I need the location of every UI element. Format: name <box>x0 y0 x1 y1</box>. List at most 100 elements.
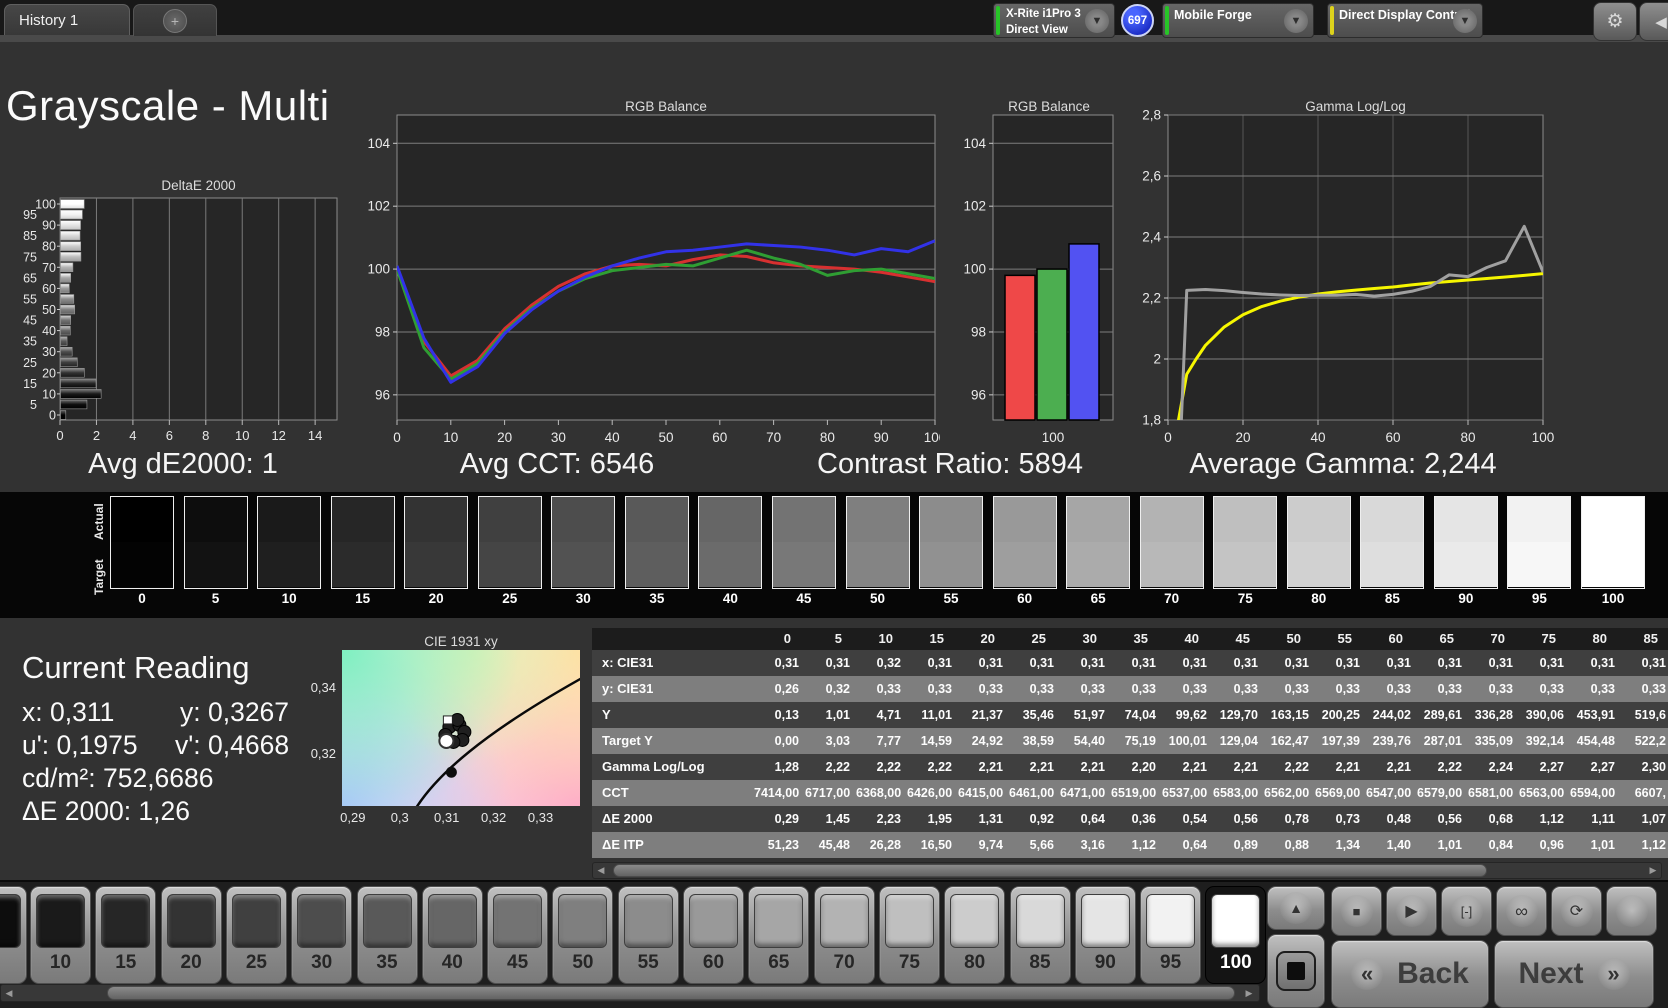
level-button-95[interactable]: 95 <box>1140 886 1202 984</box>
svg-text:65: 65 <box>23 271 37 285</box>
table-column-header-35: 35 <box>1111 628 1162 650</box>
swatch-level-label: 20 <box>428 591 444 606</box>
measurement-count-badge[interactable]: 697 <box>1121 4 1154 37</box>
grayscale-swatch-10 <box>257 496 322 589</box>
level-button-10[interactable]: 10 <box>30 886 91 984</box>
swatch-actual <box>1434 497 1497 542</box>
table-column-header-10: 10 <box>856 628 907 650</box>
swatch-actual <box>478 497 541 542</box>
meter-dropdown[interactable]: X-Rite i1Pro 3 Direct View ▼ <box>993 3 1115 38</box>
deltae-2000-plot: 0 2 4 6 8 10 12 1405101520253035404550556065707… <box>23 197 338 443</box>
table-scrollbar-thumb[interactable] <box>613 864 1487 877</box>
play-icon: ▶ <box>1395 895 1428 927</box>
table-cell: 0,92 <box>1009 806 1060 832</box>
stop-button[interactable]: ■ <box>1331 886 1382 936</box>
level-button-patch <box>623 894 673 948</box>
level-button-45[interactable]: 45 <box>487 886 549 984</box>
level-button-partial[interactable] <box>0 886 27 984</box>
scroll-left-icon[interactable]: ◀ <box>593 863 609 878</box>
deltae-bar-25 <box>60 357 78 367</box>
pattern-window-button[interactable] <box>1267 934 1325 1008</box>
collapse-panel-button[interactable]: ◀ <box>1639 2 1668 41</box>
chart-title: DeltaE 2000 <box>161 178 236 193</box>
add-tab-button[interactable]: + <box>133 4 217 36</box>
grayscale-swatch-50 <box>845 496 910 589</box>
level-button-70[interactable]: 70 <box>813 886 875 984</box>
table-cell: 7414,00 <box>754 780 805 806</box>
swatch-actual <box>699 497 762 542</box>
infinity-button[interactable]: ∞ <box>1496 886 1547 936</box>
target-white-point <box>445 766 457 778</box>
rgb-balance-bar-plot: 96 98 100 102 104 100 <box>963 114 1114 445</box>
next-button[interactable]: Next » <box>1494 940 1654 1008</box>
svg-text:20: 20 <box>1235 430 1250 445</box>
table-cell: 197,39 <box>1315 728 1366 754</box>
table-cell: 1,45 <box>805 806 856 832</box>
level-button-label: 15 <box>115 952 137 973</box>
svg-text:20: 20 <box>497 430 512 445</box>
level-button-label: 100 <box>1220 952 1252 973</box>
grayscale-swatch-70 <box>1139 496 1204 589</box>
display-control-status-stripe <box>1330 6 1334 35</box>
level-button-label: 45 <box>507 952 529 973</box>
swatch-row-scrollbar[interactable]: ◀ ▶ <box>0 984 1260 1002</box>
deltae-bar-90 <box>60 220 81 230</box>
level-button-20[interactable]: 20 <box>160 886 222 984</box>
table-cell: 0,31 <box>1570 650 1621 676</box>
level-button-100[interactable]: 100 <box>1205 886 1267 984</box>
table-cell: 100,01 <box>1162 728 1213 754</box>
swatch-level-label: 15 <box>355 591 371 606</box>
level-button-35[interactable]: 35 <box>356 886 418 984</box>
level-button-30[interactable]: 30 <box>291 886 353 984</box>
table-cell: 3,03 <box>805 728 856 754</box>
scroll-right-icon[interactable]: ▶ <box>1645 863 1661 878</box>
level-button-40[interactable]: 40 <box>421 886 483 984</box>
level-button-80[interactable]: 80 <box>944 886 1006 984</box>
table-cell: 2,22 <box>1417 754 1468 780</box>
table-cell: 0,33 <box>1009 676 1060 702</box>
scroll-left-icon[interactable]: ◀ <box>1 985 17 1001</box>
svg-text:15: 15 <box>23 377 37 391</box>
stat-avg-cct: Avg CCT: 6546 <box>459 448 655 480</box>
display-control-dropdown[interactable]: Direct Display Control ▼ <box>1327 3 1483 38</box>
table-scrollbar[interactable]: ◀ ▶ <box>592 862 1662 879</box>
level-button-15[interactable]: 15 <box>95 886 157 984</box>
level-button-55[interactable]: 55 <box>617 886 679 984</box>
table-cell: 0,78 <box>1264 806 1315 832</box>
level-button-25[interactable]: 25 <box>225 886 287 984</box>
refresh-button[interactable]: ⟳ <box>1551 886 1602 936</box>
record-button[interactable] <box>1606 886 1657 936</box>
grayscale-swatch-20 <box>404 496 469 589</box>
swatch-target <box>993 542 1056 587</box>
range-button[interactable]: [-] <box>1441 886 1492 936</box>
level-button-label: 60 <box>702 952 725 973</box>
scroll-up-button[interactable]: ▲ <box>1267 886 1325 930</box>
level-button-65[interactable]: 65 <box>748 886 810 984</box>
level-button-85[interactable]: 85 <box>1009 886 1071 984</box>
cie-ytick: 0,34 <box>310 680 336 695</box>
swatch-row-scrollbar-thumb[interactable] <box>107 986 1235 1000</box>
swatch-target <box>1361 542 1424 587</box>
scroll-right-icon[interactable]: ▶ <box>1241 985 1257 1001</box>
level-button-60[interactable]: 60 <box>683 886 744 984</box>
source-dropdown[interactable]: Mobile Forge ▼ <box>1162 3 1314 38</box>
table-cell: 6471,00 <box>1060 780 1111 806</box>
grayscale-swatch-90 <box>1433 496 1498 589</box>
level-button-50[interactable]: 50 <box>552 886 614 984</box>
svg-text:100: 100 <box>1532 430 1555 445</box>
swatch-actual <box>1287 497 1350 542</box>
back-button[interactable]: « Back <box>1331 940 1489 1008</box>
level-button-75[interactable]: 75 <box>878 886 940 984</box>
svg-text:104: 104 <box>963 136 986 151</box>
level-button-patch <box>1080 894 1130 948</box>
chart-gamma-log-log: Gamma Log/Log 1,8 2 2,2 2,4 2,6 2,8 0 20 40 60 80 1… <box>1128 95 1558 465</box>
grayscale-swatch-85 <box>1360 496 1425 589</box>
svg-text:10: 10 <box>235 428 249 443</box>
swatch-level-label: 45 <box>796 591 812 606</box>
deltae-bar-5 <box>60 399 88 410</box>
tab-history-1[interactable]: History 1 <box>4 4 130 35</box>
play-button[interactable]: ▶ <box>1386 886 1437 936</box>
level-button-label: 40 <box>441 952 463 973</box>
level-button-90[interactable]: 90 <box>1074 886 1136 984</box>
settings-button[interactable]: ⚙ <box>1593 2 1637 41</box>
